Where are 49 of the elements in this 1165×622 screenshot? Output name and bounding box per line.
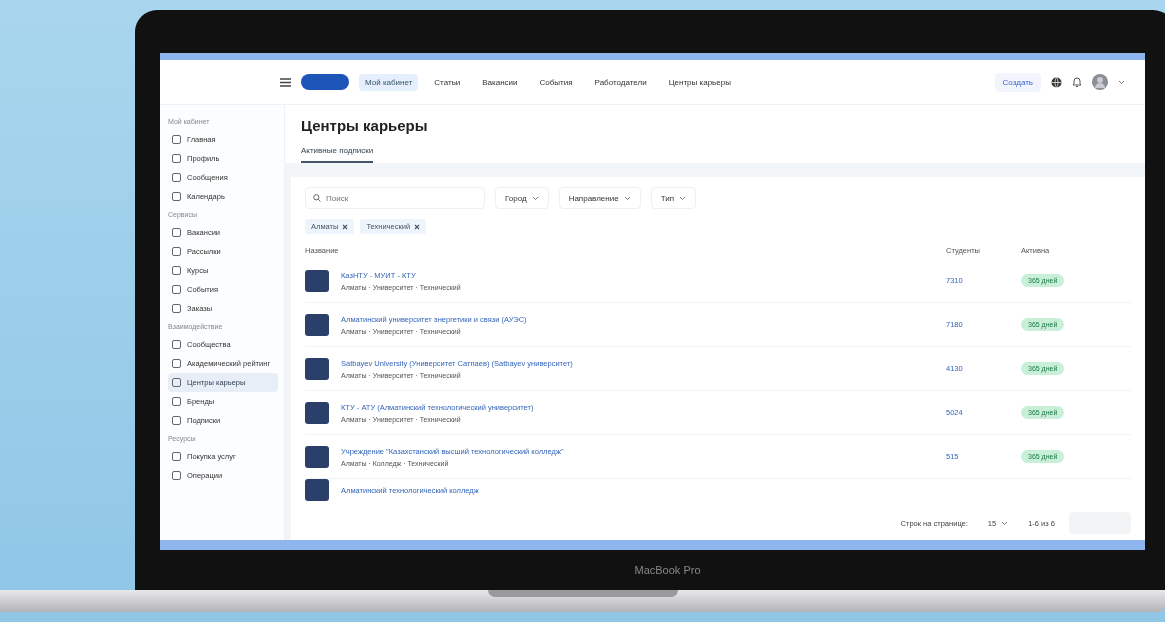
outline-square-icon <box>172 247 181 256</box>
outline-square-icon <box>172 304 181 313</box>
filter-dropdown[interactable]: Город <box>495 187 549 209</box>
outline-square-icon <box>172 154 181 163</box>
search-field[interactable]: Поиск <box>305 187 485 209</box>
outline-square-icon <box>172 173 181 182</box>
laptop-label: MacBook Pro <box>634 564 701 576</box>
outline-square-icon <box>172 340 181 349</box>
filter-dropdown[interactable]: Тип <box>650 187 696 209</box>
logo-drawing[interactable] <box>301 74 349 90</box>
logo-placeholder <box>305 269 329 292</box>
nav-link[interactable]: События <box>533 73 579 91</box>
nav-link[interactable]: Мой кабинет <box>359 73 419 91</box>
outline-square-icon <box>172 192 181 201</box>
outline-square-icon <box>172 266 181 275</box>
close-icon[interactable] <box>342 223 349 230</box>
outline-square-icon <box>172 135 181 144</box>
outline-square-icon <box>172 397 181 406</box>
chevron-down-icon <box>531 195 539 201</box>
outline-square-icon <box>172 452 181 461</box>
chevron-down-icon <box>1001 520 1009 526</box>
logo-placeholder <box>305 401 329 424</box>
logo-placeholder <box>305 445 329 468</box>
tab[interactable]: Активные подписки <box>301 146 374 163</box>
logo-placeholder <box>305 357 329 380</box>
outline-square-icon <box>172 359 181 368</box>
outline-square-icon <box>172 416 181 425</box>
avatar-icon[interactable] <box>1092 74 1108 90</box>
outline-square-icon <box>172 228 181 237</box>
logo-placeholder <box>305 313 329 336</box>
chevron-down-icon <box>623 195 631 201</box>
chevron-down-icon <box>678 195 686 201</box>
outline-square-icon <box>172 285 181 294</box>
nav-link[interactable]: Работодатели <box>588 73 653 91</box>
chevron-down-icon <box>1118 79 1125 85</box>
globe-icon[interactable] <box>1051 76 1062 88</box>
logo-placeholder <box>305 479 329 501</box>
nav-link[interactable]: Статьи <box>428 73 467 91</box>
filter-dropdown[interactable]: Направление <box>558 187 641 209</box>
menu-icon[interactable] <box>280 77 291 87</box>
create-button[interactable]: Создать <box>994 72 1041 92</box>
nav-link[interactable]: Центры карьеры <box>662 73 737 91</box>
nav-link[interactable]: Вакансии <box>476 73 524 91</box>
close-icon[interactable] <box>414 223 421 230</box>
search-icon <box>313 194 321 202</box>
outline-square-icon <box>172 471 181 480</box>
outline-square-icon <box>172 378 181 387</box>
page-title: Центры карьеры <box>301 117 429 134</box>
bell-icon[interactable] <box>1072 76 1082 88</box>
